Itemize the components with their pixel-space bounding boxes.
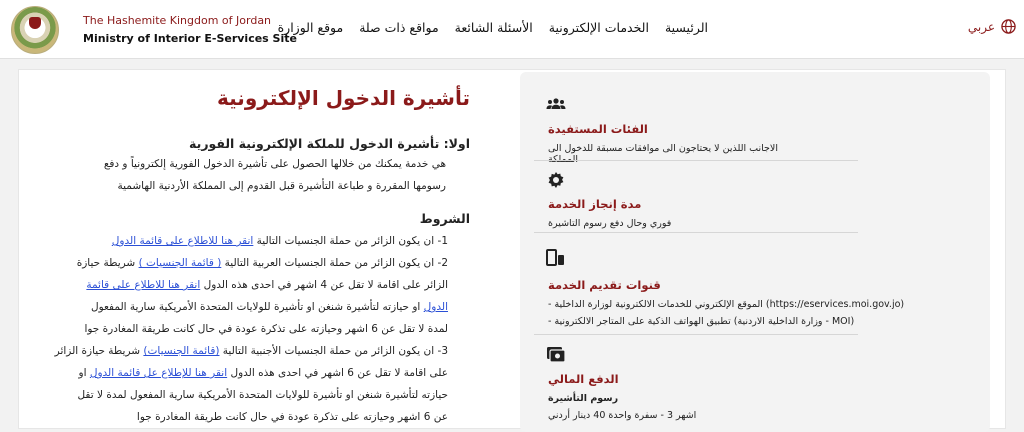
money-icon xyxy=(547,347,566,363)
nav-eservices[interactable]: الخدمات الإلكترونية xyxy=(549,20,649,35)
divider xyxy=(534,334,858,335)
condition-text: على اقامة لا تقل عن 6 اشهر في احدى هذه ا… xyxy=(227,367,448,379)
paragraph-line: رسومها المقررة و طباعة التأشيرة قبل القد… xyxy=(117,180,446,192)
divider xyxy=(534,232,858,233)
duration-title: مدة إنجاز الخدمة xyxy=(548,197,642,211)
nationalities-list-link[interactable]: ( قائمة الجنسيات ) xyxy=(139,257,222,269)
condition-text: الزائر على اقامة لا تقل عن 4 اشهر في احد… xyxy=(200,279,448,291)
duration-text: فوري وحال دفع رسوم التاشيرة xyxy=(548,218,672,229)
condition-text: او حيازته لتأشيرة شنغن او تأشيرة للولايا… xyxy=(90,301,424,313)
nav-faq[interactable]: الأسئلة الشائعة xyxy=(455,20,533,35)
condition-text: 1- ان يكون الزائر من حملة الجنسيات التال… xyxy=(253,235,448,247)
ministry-title: Ministry of Interior E-Services Site xyxy=(83,32,297,45)
gear-icon xyxy=(548,172,564,188)
paragraph-line: هي خدمة يمكنك من خلالها الحصول على تأشير… xyxy=(103,158,446,170)
kingdom-title: The Hashemite Kingdom of Jordan xyxy=(83,14,272,27)
countries-list-link[interactable]: انقر هنا للإطلاع عل قائمة الدول xyxy=(90,367,227,379)
service-info-panel: الفئات المستفيدة الاجانب اللذين لا يحتاج… xyxy=(520,72,990,432)
condition-line: 3- ان يكون الزائر من حملة الجنسيات الأجن… xyxy=(30,340,448,362)
section-heading: اولا: تأشيرة الدخول للملكة الإلكترونية ا… xyxy=(189,136,470,151)
countries-list-link[interactable]: انقر هنا للاطلاع على قائمة الدول xyxy=(112,235,254,247)
language-label: عربي xyxy=(967,19,995,34)
conditions-heading: الشروط xyxy=(419,211,470,226)
countries-list-link[interactable]: الدول xyxy=(424,301,448,313)
devices-icon xyxy=(546,249,564,266)
divider xyxy=(534,160,858,161)
channel-mobile-app: - تطبيق الهواتف الذكية على المتاجر الالك… xyxy=(548,316,855,327)
section-paragraph: هي خدمة يمكنك من خلالها الحصول على تأشير… xyxy=(30,153,446,197)
channel-website: - الموقع الإلكتروني للخدمات الالكترونية … xyxy=(548,299,905,310)
condition-line: لمدة لا تقل عن 6 اشهر وحيازته على تذكرة … xyxy=(84,323,448,335)
condition-line: 2- ان يكون الزائر من حملة الجنسيات العرب… xyxy=(30,252,448,274)
globe-icon xyxy=(1001,19,1016,34)
language-switcher[interactable]: عربي xyxy=(968,19,1016,34)
condition-text: شريطة حيازة xyxy=(76,257,139,269)
users-icon xyxy=(546,98,566,109)
condition-line: 1- ان يكون الزائر من حملة الجنسيات التال… xyxy=(30,230,448,252)
condition-text: او xyxy=(78,367,90,379)
countries-list-link[interactable]: انقر هنا للاطلاع على قائمة xyxy=(86,279,200,291)
conditions-list: 1- ان يكون الزائر من حملة الجنسيات التال… xyxy=(30,230,448,428)
condition-line: حيازته لتأشيرة شنغن او تأشيرة للولايات ا… xyxy=(77,389,448,401)
site-header: The Hashemite Kingdom of Jordan Ministry… xyxy=(0,0,1024,59)
beneficiaries-title: الفئات المستفيدة xyxy=(548,122,648,136)
condition-text: شريطة حيازة الزائر xyxy=(54,345,144,357)
main-nav: الرئيسية الخدمات الإلكترونية الأسئلة الش… xyxy=(278,20,708,35)
nav-related-sites[interactable]: مواقع ذات صلة xyxy=(359,20,438,35)
fees-text: اشهر 3 - سفرة واحدة 40 دينار أردني xyxy=(548,410,697,421)
condition-line: على اقامة لا تقل عن 6 اشهر في احدى هذه ا… xyxy=(30,362,448,384)
site-title: The Hashemite Kingdom of Jordan Ministry… xyxy=(83,13,297,47)
beneficiaries-text: الاجانب اللذين لا يحتاجون الى موافقات مس… xyxy=(548,143,778,165)
channels-title: قنوات تقديم الخدمة xyxy=(548,278,661,292)
nav-home[interactable]: الرئيسية xyxy=(665,20,708,35)
condition-line: عن 6 اشهر وحيازته على تذكرة عودة في حال … xyxy=(136,411,448,423)
fees-title: رسوم التأشيرة xyxy=(548,393,619,404)
payment-title: الدفع المالي xyxy=(548,372,619,386)
condition-line: الزائر على اقامة لا تقل عن 4 اشهر في احد… xyxy=(30,274,448,296)
condition-text: 2- ان يكون الزائر من حملة الجنسيات العرب… xyxy=(221,257,448,269)
jordan-emblem-logo[interactable] xyxy=(11,6,59,54)
condition-text: 3- ان يكون الزائر من حملة الجنسيات الأجن… xyxy=(219,345,448,357)
page-title: تأشيرة الدخول الإلكترونية xyxy=(217,86,470,110)
condition-line: الدول او حيازته لتأشيرة شنغن او تأشيرة ل… xyxy=(30,296,448,318)
nav-ministry-site[interactable]: موقع الوزارة xyxy=(278,20,344,35)
nationalities-list-link[interactable]: (قائمة الجنسيات) xyxy=(143,345,219,357)
main-content: تأشيرة الدخول الإلكترونية اولا: تأشيرة ا… xyxy=(30,86,470,428)
